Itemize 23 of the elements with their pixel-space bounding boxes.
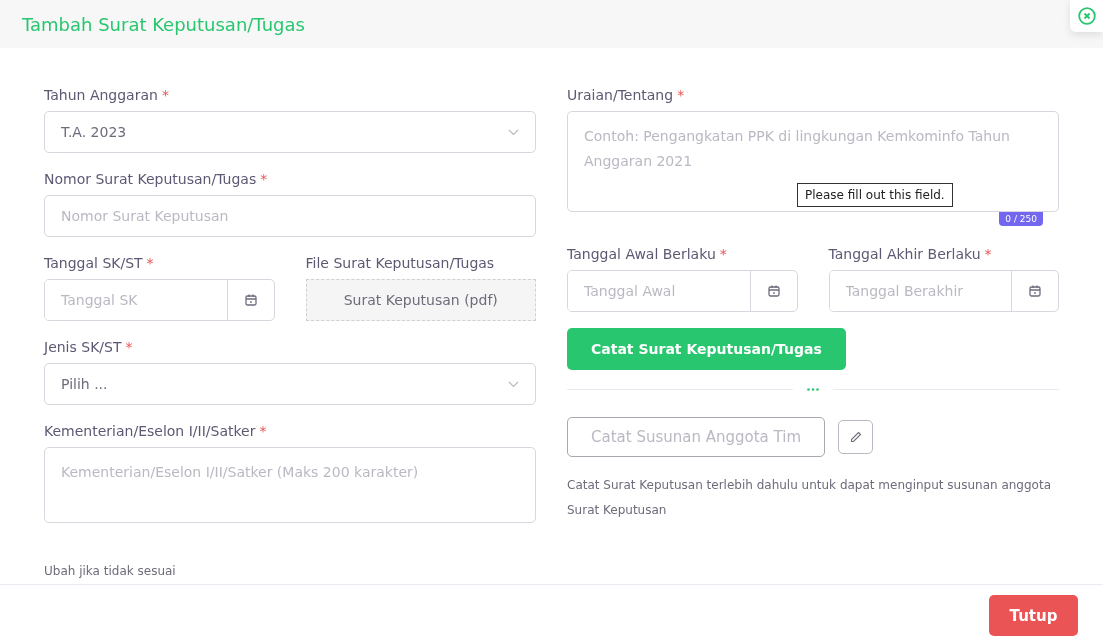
input-field[interactable]: Nomor Surat Keputusan: [44, 195, 536, 237]
select-field[interactable]: T.A. 2023: [44, 111, 536, 153]
field-label: Nomor Surat Keputusan/Tugas *: [44, 170, 269, 189]
validation-tooltip: Please fill out this field.: [797, 183, 953, 207]
file-upload-button[interactable]: Surat Keputusan (pdf): [305, 279, 536, 321]
field-label: Jenis SK/ST *: [44, 338, 134, 357]
close-button[interactable]: Tutup: [989, 595, 1078, 636]
date-field[interactable]: Tanggal SK: [44, 279, 275, 321]
date-field[interactable]: Tanggal Awal: [567, 270, 798, 312]
dialog-title: Tambah Surat Keputusan/Tugas: [22, 13, 305, 35]
field-label: File Surat Keputusan/Tugas: [305, 254, 496, 273]
field-label: Kementerian/Eselon I/II/Satker *: [44, 422, 268, 441]
select-field[interactable]: Pilih ...: [44, 363, 536, 405]
field-label: Tanggal SK/ST *: [44, 254, 155, 273]
field-label: Tahun Anggaran *: [44, 86, 170, 105]
help-text: Catat Surat Keputusan terlebih dahulu untuk dapat menginput susunan anggota Surat Keputusan: [567, 477, 1052, 519]
field-label: Uraian/Tentang *: [567, 86, 686, 105]
character-counter: 0 / 250: [999, 212, 1043, 226]
textarea-field[interactable]: Kementerian/Eselon I/II/Satker (Maks 200 karakter): [44, 447, 536, 523]
date-field[interactable]: Tanggal Berakhir: [828, 270, 1059, 312]
help-text: Ubah jika tidak sesuai: [44, 563, 177, 580]
field-label: Tanggal Akhir Berlaku *: [828, 245, 993, 264]
field-label: Tanggal Awal Berlaku *: [567, 245, 728, 264]
